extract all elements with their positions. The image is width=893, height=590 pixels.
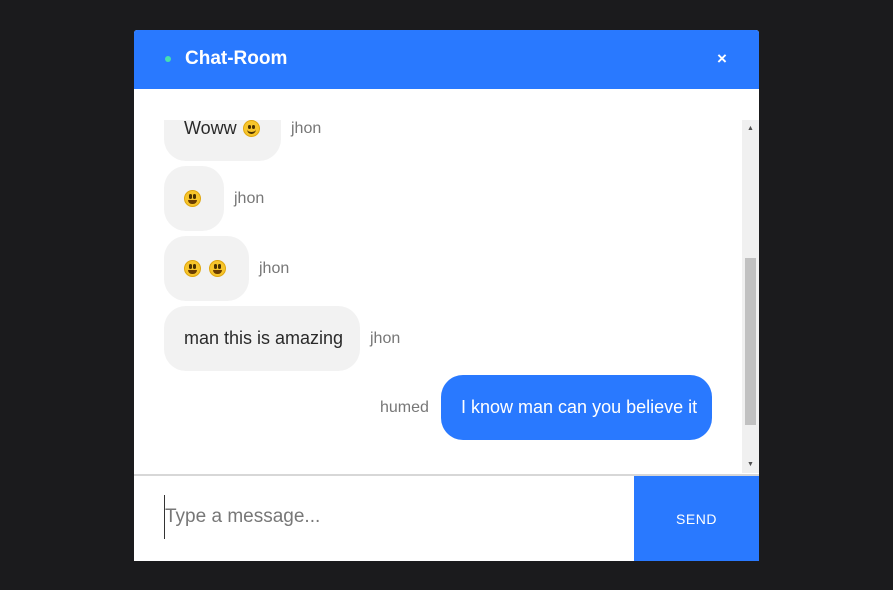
message-text: Woww bbox=[184, 120, 237, 138]
chat-header: Chat-Room × bbox=[134, 30, 759, 89]
message-sender: jhon bbox=[234, 189, 265, 207]
message-bubble: Woww bbox=[164, 120, 281, 161]
message-sender: jhon bbox=[291, 120, 322, 137]
online-dot-icon bbox=[165, 56, 171, 62]
message-sender: jhon bbox=[259, 259, 290, 277]
chat-window: Chat-Room × Woww jhon jhon jhon man this… bbox=[134, 30, 759, 561]
message-sender: humed bbox=[380, 398, 429, 416]
message-bubble: man this is amazing bbox=[164, 306, 360, 371]
message-row: humed I know man can you believe it bbox=[134, 375, 742, 440]
message-row: man this is amazing jhon bbox=[134, 306, 742, 371]
message-row: jhon bbox=[134, 236, 742, 301]
message-sender: jhon bbox=[370, 329, 401, 347]
message-text: man this is amazing bbox=[184, 328, 344, 348]
message-bubble bbox=[164, 166, 224, 231]
grinning-face-icon bbox=[184, 260, 201, 277]
scroll-down-arrow-icon[interactable]: ▼ bbox=[742, 456, 759, 473]
scrollbar-thumb[interactable] bbox=[745, 258, 756, 425]
message-bubble-own: I know man can you believe it bbox=[441, 375, 712, 440]
scroll-up-arrow-icon[interactable]: ▲ bbox=[742, 120, 759, 137]
message-row: Woww jhon bbox=[134, 120, 742, 161]
message-bubble bbox=[164, 236, 249, 301]
message-text: I know man can you believe it bbox=[461, 397, 698, 417]
close-button[interactable]: × bbox=[712, 48, 732, 70]
message-list: Woww jhon jhon jhon man this is amazing bbox=[134, 120, 742, 473]
chat-title: Chat-Room bbox=[185, 48, 288, 69]
message-row: jhon bbox=[134, 166, 742, 231]
grinning-face-icon bbox=[209, 260, 226, 277]
message-scrollbar[interactable]: ▲ ▼ bbox=[742, 120, 759, 473]
message-input[interactable] bbox=[164, 495, 605, 539]
send-button[interactable]: SEND bbox=[634, 476, 759, 561]
grinning-face-icon bbox=[184, 190, 201, 207]
slightly-smiling-face-icon bbox=[242, 120, 260, 137]
